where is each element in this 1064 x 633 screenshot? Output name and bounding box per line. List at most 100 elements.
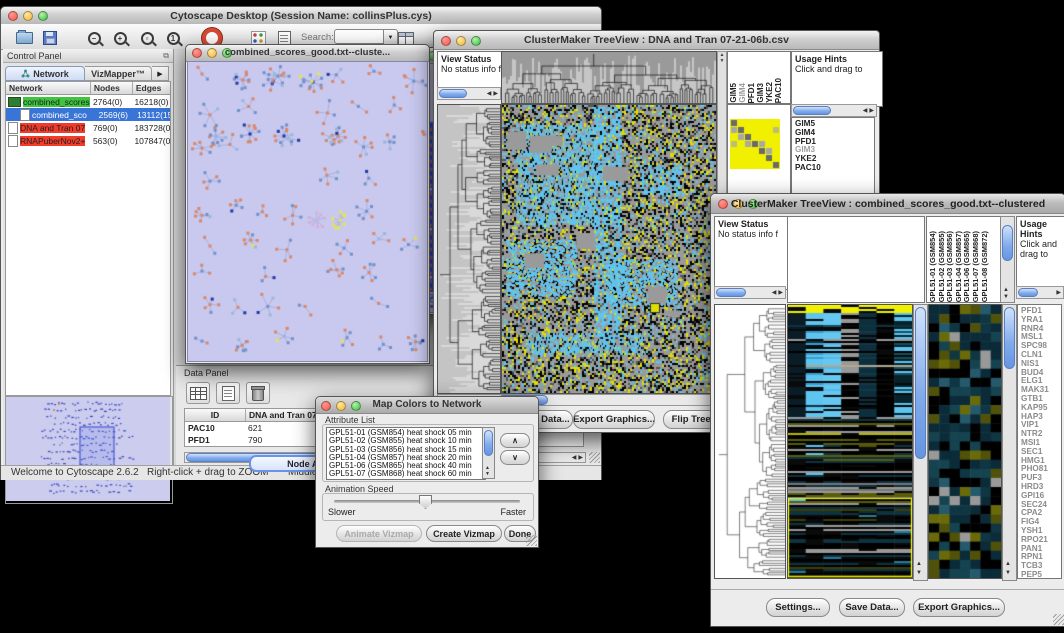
network-nodes-count: 2764(0) [93, 97, 134, 107]
network-type-icon [8, 122, 18, 134]
network-nodes-count: 769(0) [93, 123, 134, 133]
main-resize-grip[interactable] [589, 452, 600, 463]
delete-attribute-icon[interactable] [246, 382, 270, 404]
scroll-right-icon[interactable]: ▶ [869, 107, 874, 114]
network-nodes-count: 2569(6) [99, 110, 137, 120]
tv2-save-data-button[interactable]: Save Data... [839, 598, 905, 617]
network-row[interactable]: DNA and Tran 07 769(0) 183728(0) [6, 121, 170, 134]
tv2-view-status: View Status No status info f [714, 216, 792, 290]
faster-label: Faster [500, 507, 526, 517]
attribute-list[interactable]: GPL51-01 (GSM854) heat shock 05 minGPL51… [326, 427, 486, 480]
network-view-canvas[interactable] [187, 61, 428, 362]
control-panel: Control Panel ⧉ Network VizMapper™ ▶ Net… [3, 49, 174, 465]
tv2-gene-list[interactable]: PFD1YRA1RNR4MSL1SPC98CLN1NIS1BUD4ELG1MAK… [1017, 304, 1062, 579]
animate-vizmap-button[interactable]: Animate Vizmap [336, 525, 422, 542]
tv2-labels-vscrollbar[interactable]: ▲▼ [1000, 216, 1015, 303]
gene-label: PEP5 [1021, 571, 1061, 579]
network-nodes-count: 563(0) [93, 136, 134, 146]
data-panel-toolbar [186, 382, 270, 404]
control-panel-tabs: Network VizMapper™ ▶ [5, 66, 169, 81]
tab-vizmapper[interactable]: VizMapper™ [85, 66, 152, 81]
main-window-title: Cytoscape Desktop (Session Name: collins… [1, 10, 601, 22]
tv2-usage-hints: Usage Hints Click and drag to [1016, 216, 1064, 290]
zoom-out-icon[interactable]: – [83, 28, 105, 48]
tv2-resize-grip[interactable] [1053, 614, 1064, 625]
tv1-zoom-heatmap[interactable] [730, 119, 780, 169]
tv2-zoom-vscrollbar[interactable]: ▲▼ [1002, 304, 1017, 581]
float-panel-icon[interactable]: ⧉ [163, 51, 169, 61]
slower-label: Slower [328, 507, 356, 517]
network-name: combined_sco [32, 110, 87, 120]
tv2-row-dendrogram[interactable] [714, 304, 786, 579]
attribute-list-vscrollbar[interactable]: ▲▼ [482, 427, 495, 479]
scroll-left-icon[interactable]: ◀ [863, 107, 868, 114]
tv1-column-label: GIM4 [739, 83, 747, 103]
attribute-list-item[interactable]: GPL51-07 (GSM868) heat shock 60 min [329, 470, 485, 478]
zoom-selected-icon[interactable]: ▫ [136, 28, 158, 48]
tab-network[interactable]: Network [5, 66, 85, 81]
network-window-title-bar[interactable]: combined_scores_good.txt--cluste... [186, 45, 429, 62]
tv1-view-status: View Status No status info f [437, 51, 507, 91]
network-row[interactable]: combined_scores 2764(0) 16218(0) [6, 95, 170, 108]
dialog-resize-grip[interactable] [526, 535, 537, 546]
scroll-right-icon[interactable]: ▶ [493, 90, 498, 97]
tv2-column-label: GPL51-08 (GSM872) [981, 231, 990, 302]
tv1-status-scrollbar[interactable]: ◀▶ [437, 87, 501, 100]
treeview1-title-bar[interactable]: ClusterMaker TreeView : DNA and Tran 07-… [434, 31, 879, 50]
map-colors-dialog: Map Colors to Network Attribute List GPL… [315, 396, 539, 548]
select-attributes-icon[interactable] [186, 382, 210, 404]
treeview2-window: ClusterMaker TreeView : combined_scores_… [710, 193, 1064, 627]
tv2-global-vscrollbar[interactable]: ▲▼ [913, 304, 928, 581]
tab-overflow-arrow-icon[interactable]: ▶ [152, 66, 169, 81]
scroll-left-icon[interactable]: ◀ [772, 289, 777, 296]
network-name: RNAPuberNov2+ [20, 136, 85, 146]
network-window-title: combined_scores_good.txt--cluste... [186, 47, 429, 58]
network-edges-count: 13112(15) [137, 110, 170, 120]
move-up-button[interactable]: ∧ [500, 433, 530, 448]
tv2-status-scrollbar[interactable]: ◀▶ [714, 286, 786, 299]
network-type-icon [8, 97, 21, 107]
data-panel-title: Data Panel [184, 368, 229, 378]
treeview2-title-bar[interactable]: ClusterMaker TreeView : combined_scores_… [711, 194, 1064, 214]
tv1-usage-scrollbar[interactable]: ◀▶ [791, 104, 877, 117]
desktop: Cytoscape Desktop (Session Name: collins… [0, 0, 1064, 633]
network-overview-panel[interactable] [5, 396, 173, 504]
tv2-settings-button[interactable]: Settings... [766, 598, 830, 617]
tv2-global-heatmap[interactable] [787, 304, 913, 579]
network-edges-count: 107847(0) [134, 136, 170, 146]
new-attribute-icon[interactable] [216, 382, 240, 404]
network-row[interactable]: combined_sco 2569(6) 13112(15) [6, 108, 170, 121]
tv1-global-heatmap[interactable] [501, 104, 717, 394]
search-label: Search: [301, 32, 334, 43]
tv1-column-dendrogram[interactable] [501, 51, 717, 104]
scroll-left-icon[interactable]: ◀ [487, 90, 492, 97]
control-panel-title: Control Panel [7, 51, 62, 61]
zoom-in-icon[interactable]: + [109, 28, 131, 48]
scroll-right-icon[interactable]: ▶ [578, 454, 583, 461]
tv2-zoom-heatmap[interactable] [928, 304, 1002, 579]
network-type-icon [20, 109, 30, 121]
network-table-header: Network Nodes Edges [5, 81, 171, 95]
network-row[interactable]: RNAPuberNov2+ 563(0) 107847(0) [6, 134, 170, 147]
save-icon[interactable] [39, 28, 61, 48]
scroll-right-icon[interactable]: ▶ [1056, 289, 1061, 296]
scroll-left-icon[interactable]: ◀ [572, 454, 577, 461]
tv1-usage-hints: Usage Hints Click and drag to [791, 51, 883, 107]
open-file-icon[interactable] [13, 28, 35, 48]
network-name: combined_scores [23, 97, 90, 107]
tv1-row-dendrogram[interactable] [437, 104, 501, 394]
create-vizmap-button[interactable]: Create Vizmap [426, 525, 502, 542]
status-welcome: Welcome to Cytoscape 2.6.2 [11, 467, 139, 478]
move-down-button[interactable]: ∨ [500, 450, 530, 465]
treeview2-title: ClusterMaker TreeView : combined_scores_… [711, 198, 1064, 210]
tv1-export-graphics-button[interactable]: Export Graphics... [573, 410, 655, 429]
tv2-export-graphics-button[interactable]: Export Graphics... [913, 598, 1005, 617]
main-title-bar[interactable]: Cytoscape Desktop (Session Name: collins… [1, 7, 601, 25]
tv2-column-dendrogram[interactable] [787, 216, 925, 303]
zoom-fit-icon[interactable]: 1 [162, 28, 184, 48]
scroll-right-icon[interactable]: ▶ [778, 289, 783, 296]
tv2-usage-scrollbar[interactable]: ▶ [1016, 286, 1064, 299]
dialog-title-bar[interactable]: Map Colors to Network [316, 397, 538, 414]
tv2-column-labels: GPL51-01 (GSM854)GPL51-02 (GSM855)GPL51-… [926, 216, 1001, 303]
tv1-column-labels: GIM5GIM4PFD1GIM3YKE2PAC10 [727, 51, 791, 104]
